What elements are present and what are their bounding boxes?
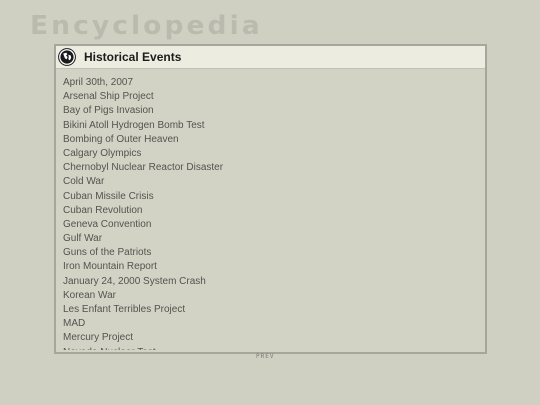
list-item[interactable]: Gulf War <box>63 232 473 246</box>
globe-icon <box>58 48 76 66</box>
prev-button[interactable]: PREV <box>256 353 274 360</box>
panel-header: Historical Events <box>56 46 485 69</box>
list-item[interactable]: Bay of Pigs Invasion <box>63 104 473 118</box>
list-item[interactable]: Cold War <box>63 175 473 189</box>
list-item[interactable]: January 24, 2000 System Crash <box>63 275 473 289</box>
list-item[interactable]: Arsenal Ship Project <box>63 90 473 104</box>
list-item[interactable]: Chernobyl Nuclear Reactor Disaster <box>63 161 473 175</box>
list-item[interactable]: Les Enfant Terribles Project <box>63 303 473 317</box>
list-item[interactable]: Geneva Convention <box>63 218 473 232</box>
list-item[interactable]: Cuban Revolution <box>63 204 473 218</box>
list-item[interactable]: Guns of the Patriots <box>63 246 473 260</box>
event-list: April 30th, 2007 Arsenal Ship Project Bay … <box>63 76 473 350</box>
panel-title: Historical Events <box>84 50 182 64</box>
list-item[interactable]: Mercury Project <box>63 331 473 345</box>
list-item[interactable]: Bombing of Outer Heaven <box>63 133 473 147</box>
list-item[interactable]: Cuban Missile Crisis <box>63 190 473 204</box>
list-item[interactable]: MAD <box>63 317 473 331</box>
app-title: Encyclopedia <box>30 11 263 41</box>
list-item[interactable]: April 30th, 2007 <box>63 76 473 90</box>
list-item[interactable]: Nevada Nuclear Test <box>63 346 473 350</box>
list-item[interactable]: Korean War <box>63 289 473 303</box>
list-item[interactable]: Bikini Atoll Hydrogen Bomb Test <box>63 119 473 133</box>
historical-events-panel: Historical Events April 30th, 2007 Arsena… <box>54 44 487 354</box>
list-item[interactable]: Calgary Olympics <box>63 147 473 161</box>
list-item[interactable]: Iron Mountain Report <box>63 260 473 274</box>
